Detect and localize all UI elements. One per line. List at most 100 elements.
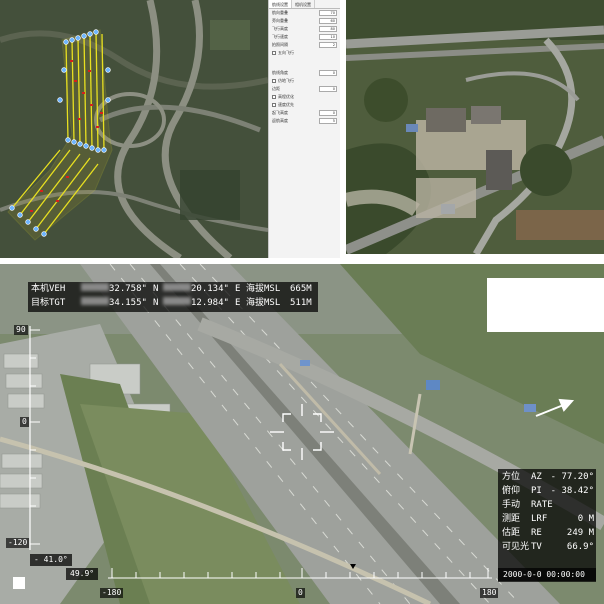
aerial-photo	[346, 0, 604, 254]
setting-label: 旁向重叠	[272, 18, 288, 23]
planning-settings-panel: 航线设置 相机设置 航向重叠 70 旁向重叠 60 飞行高度 80 飞行速度 10 拍照…	[268, 0, 340, 258]
checkbox-row[interactable]: 仿地飞行	[269, 77, 340, 85]
checkbox[interactable]	[272, 103, 276, 107]
checkbox-label: 速度优先	[278, 102, 294, 107]
status-abbr: PI	[531, 486, 542, 496]
status-abbr: RATE	[531, 500, 553, 510]
status-abbr: LRF	[531, 514, 548, 524]
setting-label: 返航高度	[272, 118, 288, 123]
checkbox-row[interactable]: 五向飞行	[269, 49, 340, 57]
datetime-readout: 2000-0-0 00:00:00	[498, 568, 596, 582]
setting-label: 航线角度	[272, 70, 288, 75]
setting-input[interactable]: 70	[319, 10, 337, 16]
setting-row: 航向重叠 70	[269, 9, 340, 17]
pitch-label-zero: 0	[20, 417, 29, 427]
pitch-label-bottom: -120	[6, 538, 30, 548]
setting-row: 起飞高度 0	[269, 109, 340, 117]
checkbox-label: 五向飞行	[278, 50, 294, 55]
azimuth-angle-readout: 49.9°	[66, 568, 99, 580]
tab-camera-settings[interactable]: 相机设置	[292, 0, 315, 8]
status-cn: 估距	[502, 528, 521, 538]
status-row: 估距 RE 249 M	[502, 527, 594, 540]
checkbox[interactable]	[272, 95, 276, 99]
lat-dir: N	[153, 298, 159, 308]
target-lat: 34.155"	[109, 298, 147, 308]
status-row: 可见光 TV 66.9°	[502, 541, 594, 554]
status-abbr: AZ	[531, 472, 542, 482]
vehicle-alt: 665M	[290, 284, 312, 294]
heading-label-center: 0	[296, 588, 305, 598]
overlay-white-block	[487, 278, 604, 332]
tab-route-settings[interactable]: 航线设置	[269, 0, 292, 8]
setting-label: 起飞高度	[272, 110, 288, 115]
checkbox-row[interactable]: 速度优先	[269, 101, 340, 109]
status-value: - 38.42°	[550, 486, 594, 496]
setting-row: 飞行速度 10	[269, 33, 340, 41]
setting-input[interactable]: 0	[319, 70, 337, 76]
setting-input[interactable]: 0	[319, 110, 337, 116]
settings-tabs: 航线设置 相机设置	[269, 0, 340, 9]
lon-dir: E	[235, 298, 241, 308]
setting-input[interactable]: 5	[319, 118, 337, 124]
setting-input[interactable]: 0	[319, 86, 337, 92]
status-value: - 77.20°	[550, 472, 594, 482]
setting-label: 飞行速度	[272, 34, 288, 39]
redacted-value	[81, 297, 109, 305]
heading-label-right: 180	[480, 588, 499, 598]
vehicle-label: 本机VEH	[31, 284, 66, 294]
heading-label-left: -180	[100, 588, 124, 598]
checkbox-row[interactable]: 高程优化	[269, 93, 340, 101]
pitch-angle-readout: - 41.0°	[30, 554, 72, 566]
satellite-map[interactable]	[0, 0, 268, 258]
setting-label: 边距	[272, 86, 280, 91]
gimbal-status-panel: 方位 AZ - 77.20° 俯仰 PI - 38.42° 手动 RATE 测距 LRF 0 …	[498, 469, 596, 581]
setting-input[interactable]: 60	[319, 18, 337, 24]
status-row: 俯仰 PI - 38.42°	[502, 485, 594, 498]
status-abbr: TV	[531, 542, 542, 552]
lon-dir: E	[235, 284, 241, 294]
status-row: 测距 LRF 0 M	[502, 513, 594, 526]
status-abbr: RE	[531, 528, 542, 538]
pitch-scale	[29, 326, 40, 550]
setting-input[interactable]: 80	[319, 26, 337, 32]
status-value: 249 M	[566, 528, 594, 538]
target-lon: 12.984"	[191, 298, 229, 308]
vehicle-lat: 32.758"	[109, 284, 147, 294]
checkbox[interactable]	[272, 79, 276, 83]
status-cn: 方位	[502, 472, 521, 482]
setting-input[interactable]: 2	[319, 42, 337, 48]
status-value: 66.9°	[566, 542, 594, 552]
setting-row: 拍照间隔 2	[269, 41, 340, 49]
alt-label: 海拔MSL	[246, 284, 281, 294]
setting-label: 航向重叠	[272, 10, 288, 15]
target-label: 目标TGT	[31, 298, 66, 308]
checkbox[interactable]	[272, 51, 276, 55]
status-cn: 手动	[502, 500, 521, 510]
redacted-value	[163, 297, 191, 305]
checkbox-label: 高程优化	[278, 94, 294, 99]
setting-label: 飞行高度	[272, 26, 288, 31]
status-row: 方位 AZ - 77.20°	[502, 471, 594, 484]
setting-row: 飞行高度 80	[269, 25, 340, 33]
setting-row: 旁向重叠 60	[269, 17, 340, 25]
setting-row: 边距 0	[269, 85, 340, 93]
redacted-value	[81, 283, 109, 291]
gimbal-video-feed[interactable]: 本机VEH 32.758" N 20.134" E 海拔MSL 665M 目标T…	[0, 264, 604, 604]
position-readout: 本机VEH 32.758" N 20.134" E 海拔MSL 665M 目标T…	[28, 282, 318, 312]
lat-dir: N	[153, 284, 159, 294]
setting-row: 航线角度 0	[269, 69, 340, 77]
target-alt: 511M	[290, 298, 312, 308]
setting-input[interactable]: 10	[319, 34, 337, 40]
status-cn: 测距	[502, 514, 521, 524]
setting-row: 返航高度 5	[269, 117, 340, 125]
status-cn: 可见光	[502, 542, 530, 552]
alt-label: 海拔MSL	[246, 298, 281, 308]
mission-planning-panel: 航线设置 相机设置 航向重叠 70 旁向重叠 60 飞行高度 80 飞行速度 10 拍照…	[0, 0, 340, 258]
checkbox-label: 仿地飞行	[278, 78, 294, 83]
status-cn: 俯仰	[502, 486, 521, 496]
status-row: 手动 RATE	[502, 499, 594, 512]
setting-label: 拍照间隔	[272, 42, 288, 47]
record-indicator	[13, 577, 25, 589]
pitch-label-top: 90	[14, 325, 28, 335]
vehicle-lon: 20.134"	[191, 284, 229, 294]
